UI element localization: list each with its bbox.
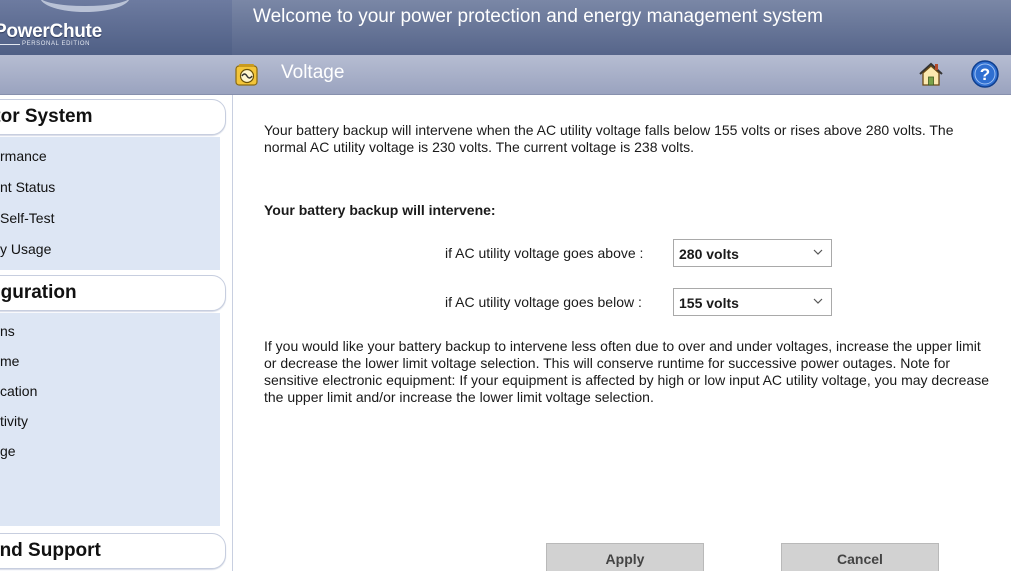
home-icon[interactable]	[917, 61, 945, 87]
sidebar-item-sensitivity[interactable]: tivity	[0, 413, 28, 429]
sidebar-section-label: figuration	[0, 282, 77, 303]
page-title: Voltage	[281, 62, 345, 83]
sidebar-menu-monitor: rmance nt Status Self-Test y Usage	[0, 137, 220, 270]
sidebar-item-notifications[interactable]: ns	[0, 323, 15, 339]
voltage-gauge-icon	[235, 64, 258, 86]
sidebar-item-current-status[interactable]: nt Status	[0, 179, 55, 195]
sidebar-section-configuration[interactable]: figuration	[0, 275, 226, 311]
svg-text:?: ?	[980, 65, 990, 84]
logo-rule	[0, 44, 20, 45]
help-icon[interactable]: ?	[970, 59, 1000, 89]
upper-limit-label: if AC utility voltage goes above :	[445, 245, 644, 261]
voltage-advice-text: If you would like your battery backup to…	[264, 338, 990, 405]
chevron-down-icon	[813, 249, 823, 255]
voltage-intro-text: Your battery backup will intervene when …	[264, 122, 954, 155]
sidebar-section-help-support[interactable]: and Support	[0, 533, 226, 569]
logo-edition: PERSONAL EDITION	[22, 41, 91, 47]
chevron-down-icon	[813, 298, 823, 304]
cancel-button[interactable]: Cancel	[781, 543, 939, 571]
sidebar-item-energy-usage[interactable]: y Usage	[0, 241, 51, 257]
sidebar: itor System rmance nt Status Self-Test y…	[0, 95, 233, 571]
apply-button[interactable]: Apply	[546, 543, 704, 571]
sidebar-item-performance[interactable]: rmance	[0, 148, 47, 164]
app-header: PowerChute PERSONAL EDITION Welcome to y…	[0, 0, 1011, 55]
sidebar-item-self-test[interactable]: Self-Test	[0, 210, 54, 226]
title-bar	[0, 55, 1011, 95]
logo-name: PowerChute	[0, 21, 102, 42]
welcome-text: Welcome to your power protection and ene…	[253, 6, 823, 27]
lower-limit-select[interactable]: 155 volts	[673, 288, 832, 316]
lower-limit-label: if AC utility voltage goes below :	[445, 294, 642, 310]
upper-limit-value: 280 volts	[679, 246, 739, 262]
logo: PowerChute PERSONAL EDITION	[0, 0, 232, 55]
lower-limit-value: 155 volts	[679, 295, 739, 311]
main-content	[234, 96, 1011, 571]
intervene-heading: Your battery backup will intervene:	[264, 202, 496, 218]
sidebar-section-label: and Support	[0, 540, 101, 561]
sidebar-item-notification[interactable]: cation	[0, 383, 37, 399]
upper-limit-select[interactable]: 280 volts	[673, 239, 832, 267]
sidebar-section-monitor-system[interactable]: itor System	[0, 99, 226, 135]
logo-swoosh-icon	[40, 0, 130, 12]
sidebar-section-label: itor System	[0, 106, 93, 127]
sidebar-item-runtime[interactable]: me	[0, 353, 19, 369]
sidebar-item-voltage[interactable]: ge	[0, 443, 16, 459]
sidebar-menu-configuration: ns me cation tivity ge	[0, 313, 220, 526]
